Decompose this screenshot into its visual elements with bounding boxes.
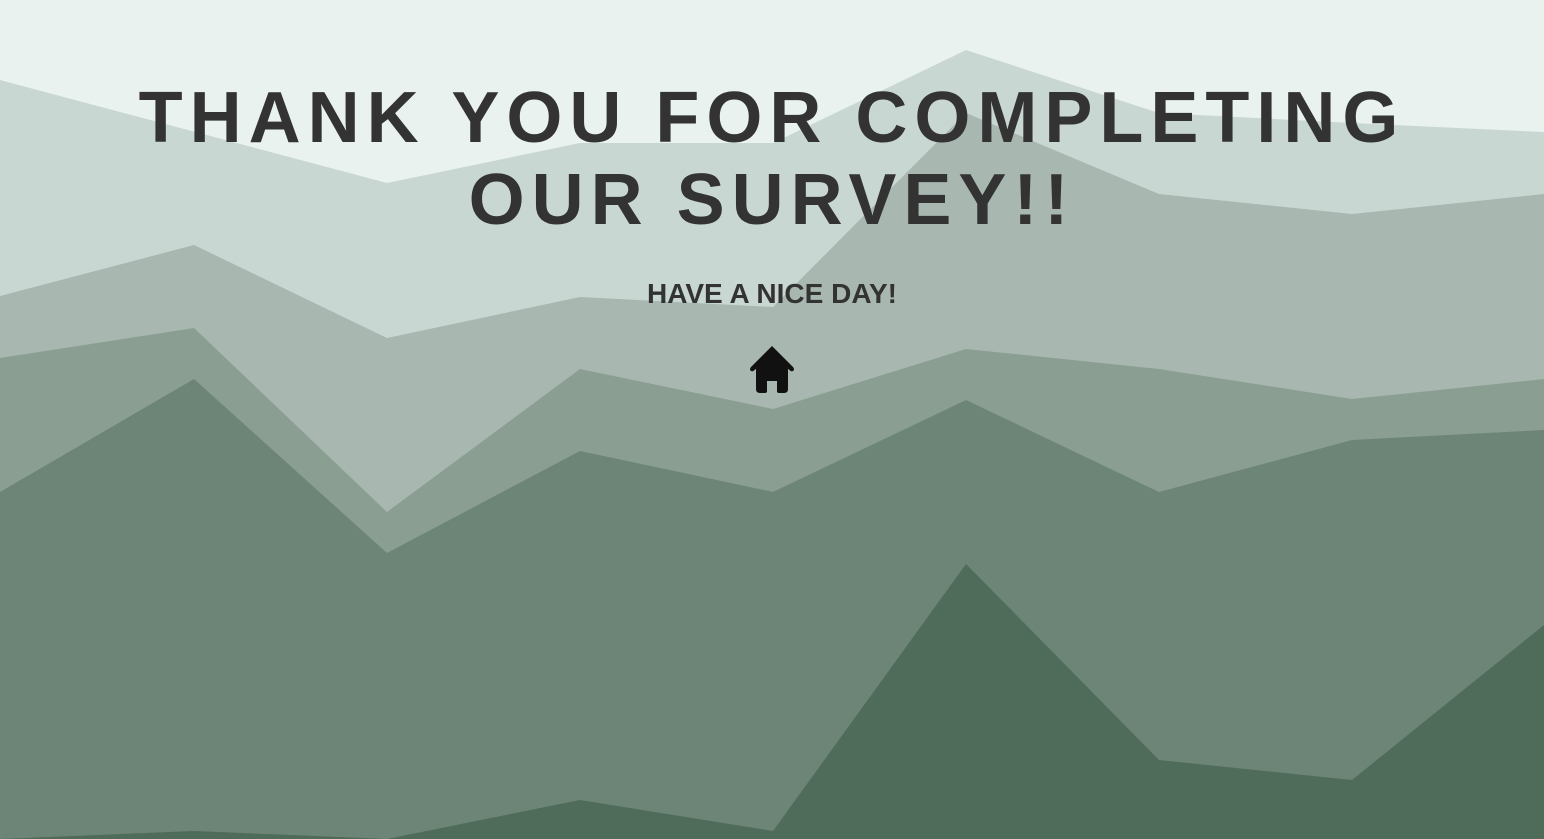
- page-subtitle: HAVE A NICE DAY!: [647, 278, 897, 309]
- survey-thank-you-page: THANK YOU FOR COMPLETING OUR SURVEY!! HA…: [0, 0, 1544, 839]
- home-button[interactable]: [749, 345, 795, 395]
- message-block: THANK YOU FOR COMPLETING OUR SURVEY!! HA…: [0, 0, 1544, 400]
- page-title: THANK YOU FOR COMPLETING OUR SURVEY!!: [138, 78, 1406, 240]
- home-icon: [750, 346, 794, 393]
